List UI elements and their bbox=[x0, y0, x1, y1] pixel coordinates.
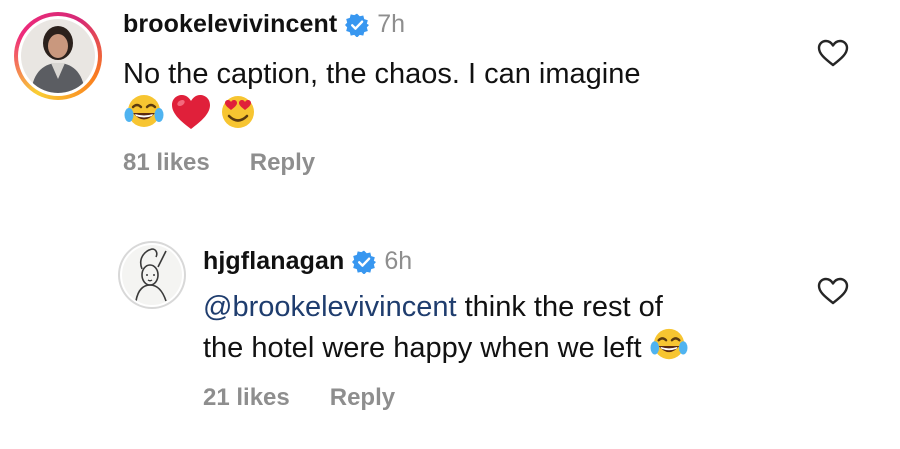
avatar[interactable] bbox=[118, 241, 186, 309]
verified-badge-icon bbox=[352, 250, 377, 274]
comment-text-line-2: the hotel were happy when we left bbox=[203, 327, 688, 368]
avatar[interactable] bbox=[14, 12, 102, 100]
red-heart-icon bbox=[172, 95, 210, 129]
comment-header: brookelevivincent 7h bbox=[123, 10, 405, 39]
face-with-tears-of-joy-icon bbox=[650, 328, 687, 360]
face-with-tears-of-joy-icon bbox=[124, 95, 164, 127]
verified-badge-icon bbox=[345, 13, 370, 37]
comment-hjgflanagan: hjgflanagan 6h @brookelevivincent think … bbox=[0, 230, 900, 449]
comment-time: 6h bbox=[384, 247, 413, 275]
username[interactable]: hjgflanagan bbox=[203, 247, 344, 276]
like-heart-icon[interactable] bbox=[816, 38, 850, 68]
like-heart-icon[interactable] bbox=[816, 276, 850, 306]
comment-meta: 21 likes Reply bbox=[203, 384, 395, 412]
comment-brookelevivincent: brookelevivincent 7h No the caption, the… bbox=[0, 0, 900, 200]
profile-photo bbox=[122, 245, 182, 305]
username[interactable]: brookelevivincent bbox=[123, 10, 337, 39]
avatar-inner bbox=[120, 243, 184, 307]
comment-text: No the caption, the chaos. I can imagine bbox=[123, 58, 641, 90]
reply-button[interactable]: Reply bbox=[330, 384, 395, 412]
comment-text-part: think the rest of bbox=[456, 291, 663, 323]
comment-text-line-1: @brookelevivincent think the rest of bbox=[203, 287, 663, 327]
mention-link[interactable]: @brookelevivincent bbox=[203, 291, 457, 323]
profile-photo bbox=[21, 19, 95, 93]
comment-meta: 81 likes Reply bbox=[123, 149, 315, 177]
smiling-face-with-heart-eyes-icon bbox=[222, 96, 254, 128]
comment-header: hjgflanagan 6h bbox=[203, 247, 412, 276]
avatar-inner bbox=[18, 16, 98, 96]
emoji-line bbox=[124, 93, 258, 131]
reply-button[interactable]: Reply bbox=[250, 149, 315, 177]
likes-count[interactable]: 21 likes bbox=[203, 384, 290, 412]
comment-text-part: the hotel were happy when we left bbox=[203, 332, 642, 364]
comment-time: 7h bbox=[377, 10, 406, 38]
likes-count[interactable]: 81 likes bbox=[123, 149, 210, 177]
